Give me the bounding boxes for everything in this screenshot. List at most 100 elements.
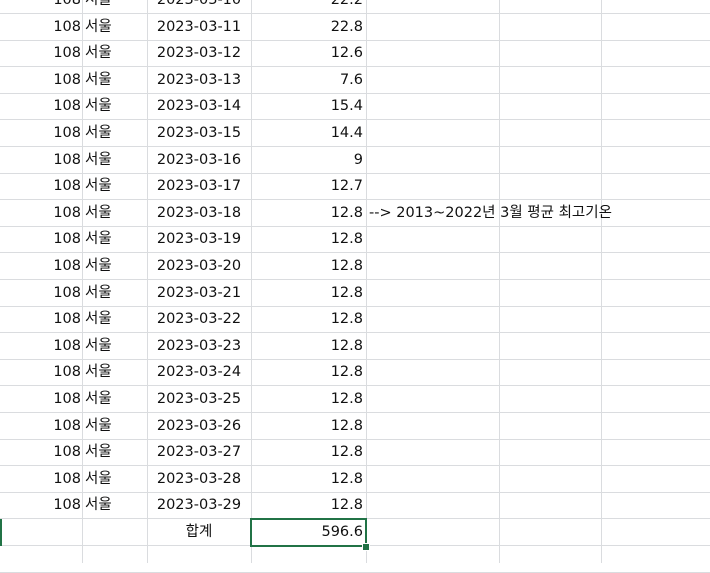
region-cell[interactable]: 서울 xyxy=(82,466,147,493)
temperature-cell[interactable]: 12.8 xyxy=(251,253,366,280)
temperature-cell[interactable]: 12.8 xyxy=(251,359,366,386)
date-cell[interactable]: 2023-03-28 xyxy=(147,466,251,493)
station-cell[interactable]: 108 xyxy=(0,120,82,147)
temperature-cell[interactable]: 15.4 xyxy=(251,93,366,120)
station-cell[interactable]: 108 xyxy=(0,439,82,466)
region-cell[interactable]: 서울 xyxy=(82,386,147,413)
note-cell[interactable] xyxy=(366,40,710,67)
station-cell[interactable]: 108 xyxy=(0,280,82,307)
station-cell[interactable]: 108 xyxy=(0,14,82,41)
date-cell[interactable]: 2023-03-11 xyxy=(147,14,251,41)
note-cell[interactable] xyxy=(366,466,710,493)
date-cell[interactable]: 2023-03-16 xyxy=(147,147,251,174)
station-cell[interactable]: 108 xyxy=(0,93,82,120)
station-cell[interactable]: 108 xyxy=(0,200,82,227)
station-cell[interactable]: 108 xyxy=(0,147,82,174)
station-cell[interactable]: 108 xyxy=(0,413,82,440)
station-cell[interactable]: 108 xyxy=(0,306,82,333)
region-cell[interactable]: 서울 xyxy=(82,226,147,253)
temperature-cell[interactable]: 12.8 xyxy=(251,386,366,413)
date-cell[interactable]: 2023-03-29 xyxy=(147,492,251,519)
total-empty-cell-b[interactable] xyxy=(82,519,147,546)
note-cell[interactable] xyxy=(366,253,710,280)
region-cell[interactable]: 서울 xyxy=(82,173,147,200)
region-cell[interactable]: 서울 xyxy=(82,333,147,360)
station-cell[interactable]: 108 xyxy=(0,333,82,360)
note-cell[interactable] xyxy=(366,147,710,174)
region-cell[interactable]: 서울 xyxy=(82,200,147,227)
temperature-cell[interactable]: 12.8 xyxy=(251,439,366,466)
date-cell[interactable]: 2023-03-12 xyxy=(147,40,251,67)
date-cell[interactable]: 2023-03-17 xyxy=(147,173,251,200)
temperature-cell[interactable]: 22.2 xyxy=(251,0,366,14)
note-cell[interactable] xyxy=(366,439,710,466)
region-cell[interactable]: 서울 xyxy=(82,253,147,280)
note-cell[interactable] xyxy=(366,413,710,440)
temperature-cell[interactable]: 12.8 xyxy=(251,280,366,307)
fill-handle[interactable] xyxy=(362,542,370,551)
total-label-cell[interactable]: 합계 xyxy=(147,519,251,546)
temperature-cell[interactable]: 12.8 xyxy=(251,492,366,519)
total-empty-cell-a[interactable] xyxy=(0,519,82,546)
date-cell[interactable]: 2023-03-24 xyxy=(147,359,251,386)
temperature-cell[interactable]: 14.4 xyxy=(251,120,366,147)
temperature-cell[interactable]: 7.6 xyxy=(251,67,366,94)
temperature-cell[interactable]: 12.8 xyxy=(251,466,366,493)
note-cell[interactable]: --> 2013~2022년 3월 평균 최고기온 xyxy=(366,200,710,227)
note-cell[interactable] xyxy=(366,492,710,519)
note-cell[interactable] xyxy=(366,67,710,94)
region-cell[interactable]: 서울 xyxy=(82,492,147,519)
note-cell[interactable] xyxy=(366,173,710,200)
date-cell[interactable]: 2023-03-15 xyxy=(147,120,251,147)
note-cell[interactable] xyxy=(366,359,710,386)
date-cell[interactable]: 2023-03-19 xyxy=(147,226,251,253)
temperature-cell[interactable]: 22.8 xyxy=(251,14,366,41)
region-cell[interactable]: 서울 xyxy=(82,120,147,147)
temperature-cell[interactable]: 12.8 xyxy=(251,306,366,333)
note-cell[interactable] xyxy=(366,0,710,14)
date-cell[interactable]: 2023-03-13 xyxy=(147,67,251,94)
station-cell[interactable]: 108 xyxy=(0,226,82,253)
station-cell[interactable]: 108 xyxy=(0,466,82,493)
temperature-cell[interactable]: 9 xyxy=(251,147,366,174)
temperature-cell[interactable]: 12.8 xyxy=(251,226,366,253)
region-cell[interactable]: 서울 xyxy=(82,359,147,386)
note-cell[interactable] xyxy=(366,93,710,120)
station-cell[interactable]: 108 xyxy=(0,359,82,386)
note-cell[interactable] xyxy=(366,306,710,333)
temperature-cell[interactable]: 12.7 xyxy=(251,173,366,200)
region-cell[interactable]: 서울 xyxy=(82,413,147,440)
station-cell[interactable]: 108 xyxy=(0,0,82,14)
date-cell[interactable]: 2023-03-25 xyxy=(147,386,251,413)
region-cell[interactable]: 서울 xyxy=(82,280,147,307)
note-cell[interactable] xyxy=(366,333,710,360)
date-cell[interactable]: 2023-03-10 xyxy=(147,0,251,14)
temperature-cell[interactable]: 12.8 xyxy=(251,413,366,440)
date-cell[interactable]: 2023-03-27 xyxy=(147,439,251,466)
station-cell[interactable]: 108 xyxy=(0,253,82,280)
station-cell[interactable]: 108 xyxy=(0,67,82,94)
note-cell[interactable] xyxy=(366,280,710,307)
region-cell[interactable]: 서울 xyxy=(82,40,147,67)
date-cell[interactable]: 2023-03-21 xyxy=(147,280,251,307)
date-cell[interactable]: 2023-03-18 xyxy=(147,200,251,227)
region-cell[interactable]: 서울 xyxy=(82,439,147,466)
note-cell[interactable] xyxy=(366,14,710,41)
temperature-cell[interactable]: 12.6 xyxy=(251,40,366,67)
date-cell[interactable]: 2023-03-23 xyxy=(147,333,251,360)
station-cell[interactable]: 108 xyxy=(0,492,82,519)
temperature-cell[interactable]: 12.8 xyxy=(251,333,366,360)
date-cell[interactable]: 2023-03-26 xyxy=(147,413,251,440)
temperature-cell[interactable]: 12.8 xyxy=(251,200,366,227)
note-cell[interactable] xyxy=(366,226,710,253)
date-cell[interactable]: 2023-03-14 xyxy=(147,93,251,120)
date-cell[interactable]: 2023-03-20 xyxy=(147,253,251,280)
station-cell[interactable]: 108 xyxy=(0,173,82,200)
region-cell[interactable]: 서울 xyxy=(82,67,147,94)
spreadsheet-grid[interactable]: 108 서울 2023-03-10 22.2 108 서울 2023-03-11 22.8 10… xyxy=(0,0,710,573)
station-cell[interactable]: 108 xyxy=(0,40,82,67)
note-cell[interactable] xyxy=(366,120,710,147)
date-cell[interactable]: 2023-03-22 xyxy=(147,306,251,333)
region-cell[interactable]: 서울 xyxy=(82,0,147,14)
station-cell[interactable]: 108 xyxy=(0,386,82,413)
